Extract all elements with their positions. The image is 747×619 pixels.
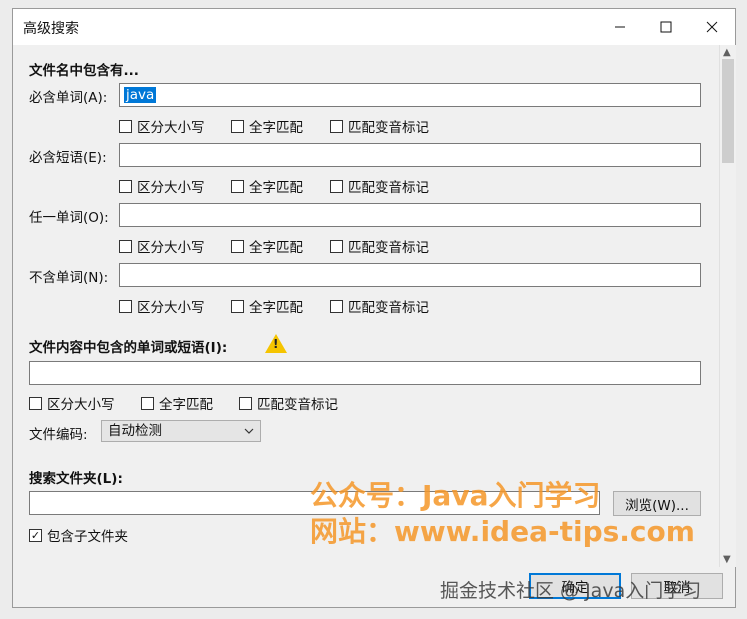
scrollbar-thumb[interactable] — [722, 59, 734, 163]
minimize-icon — [615, 26, 625, 28]
exclude-words-case-checkbox[interactable]: 区分大小写 — [119, 296, 205, 316]
must-words-input[interactable]: java — [119, 83, 701, 107]
any-words-whole-checkbox[interactable]: 全字匹配 — [231, 236, 303, 256]
include-subfolders-checkbox[interactable]: ✓ 包含子文件夹 — [29, 525, 128, 545]
content-case-checkbox[interactable]: 区分大小写 — [29, 393, 115, 413]
maximize-icon — [660, 21, 672, 33]
scroll-down-icon[interactable]: ▼ — [723, 554, 731, 565]
exclude-words-input[interactable] — [119, 263, 701, 287]
must-words-label: 必含单词(A): — [29, 90, 108, 106]
watermark-line1: 公众号：Java入门学习 — [310, 479, 601, 512]
checkmark-icon: ✓ — [29, 528, 42, 542]
filename-section-heading: 文件名中包含有... — [29, 63, 139, 79]
vertical-scrollbar[interactable]: ▲ ▼ — [719, 45, 736, 567]
exclude-words-diacritic-checkbox[interactable]: 匹配变音标记 — [330, 296, 429, 316]
minimize-button[interactable] — [597, 9, 643, 45]
window-title: 高级搜索 — [23, 21, 79, 37]
must-phrase-diacritic-checkbox[interactable]: 匹配变音标记 — [330, 176, 429, 196]
title-bar: 高级搜索 — [13, 9, 735, 45]
must-phrase-label: 必含短语(E): — [29, 150, 107, 166]
watermark-line2: 网站：www.idea-tips.com — [310, 515, 695, 548]
any-words-label: 任一单词(O): — [29, 210, 109, 226]
scroll-up-icon[interactable]: ▲ — [723, 47, 731, 58]
close-icon — [706, 21, 718, 33]
maximize-button[interactable] — [643, 9, 689, 45]
must-words-case-checkbox[interactable]: 区分大小写 — [119, 116, 205, 136]
content-diacritic-checkbox[interactable]: 匹配变音标记 — [239, 393, 338, 413]
content-section-heading: 文件内容中包含的单词或短语(I): — [29, 340, 228, 356]
folder-section-heading: 搜索文件夹(L): — [29, 471, 123, 487]
any-words-diacritic-checkbox[interactable]: 匹配变音标记 — [330, 236, 429, 256]
any-words-case-checkbox[interactable]: 区分大小写 — [119, 236, 205, 256]
must-words-value: java — [124, 87, 157, 103]
any-words-input[interactable] — [119, 203, 701, 227]
encoding-label: 文件编码: — [29, 427, 88, 443]
content-input[interactable] — [29, 361, 701, 385]
must-phrase-whole-checkbox[interactable]: 全字匹配 — [231, 176, 303, 196]
encoding-select[interactable]: 自动检测 — [101, 420, 261, 442]
content-whole-checkbox[interactable]: 全字匹配 — [141, 393, 213, 413]
warning-icon: ! — [265, 334, 287, 353]
watermark-bottom: 掘金技术社区 @ Java入门学习 — [440, 580, 702, 602]
must-phrase-case-checkbox[interactable]: 区分大小写 — [119, 176, 205, 196]
close-button[interactable] — [689, 9, 735, 45]
chevron-down-icon — [244, 428, 254, 434]
exclude-words-whole-checkbox[interactable]: 全字匹配 — [231, 296, 303, 316]
must-phrase-input[interactable] — [119, 143, 701, 167]
exclude-words-label: 不含单词(N): — [29, 270, 109, 286]
must-words-whole-checkbox[interactable]: 全字匹配 — [231, 116, 303, 136]
must-words-diacritic-checkbox[interactable]: 匹配变音标记 — [330, 116, 429, 136]
encoding-value: 自动检测 — [108, 423, 162, 439]
